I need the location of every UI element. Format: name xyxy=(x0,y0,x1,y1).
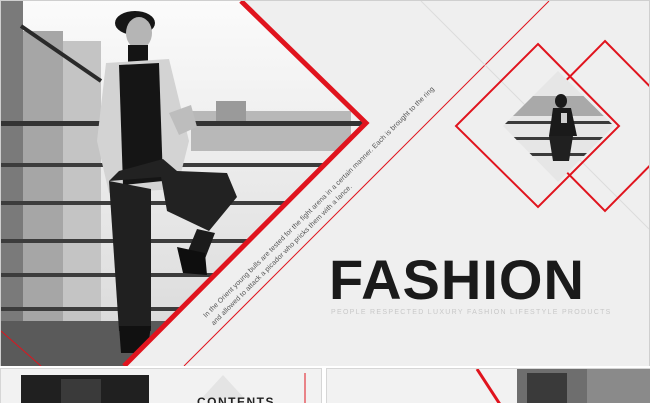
fashion-photo xyxy=(1,1,366,366)
slide-viewer: In the Orient young bulls are tested for… xyxy=(0,0,650,403)
slide: In the Orient young bulls are tested for… xyxy=(0,0,650,367)
slide-thumbnail-next[interactable] xyxy=(326,368,650,403)
slide-subtitle: PEOPLE RESPECTED LUXURY FASHION LIFESTYL… xyxy=(331,309,612,316)
diamond-photo xyxy=(503,71,614,182)
slide-thumbnail-strip: CONTENTS xyxy=(0,366,650,403)
thumbnail-red-frame xyxy=(475,369,501,403)
slide-thumbnail-contents[interactable]: CONTENTS xyxy=(0,368,322,403)
slide-title: FASHION xyxy=(329,248,585,311)
contents-title: CONTENTS xyxy=(197,395,275,403)
